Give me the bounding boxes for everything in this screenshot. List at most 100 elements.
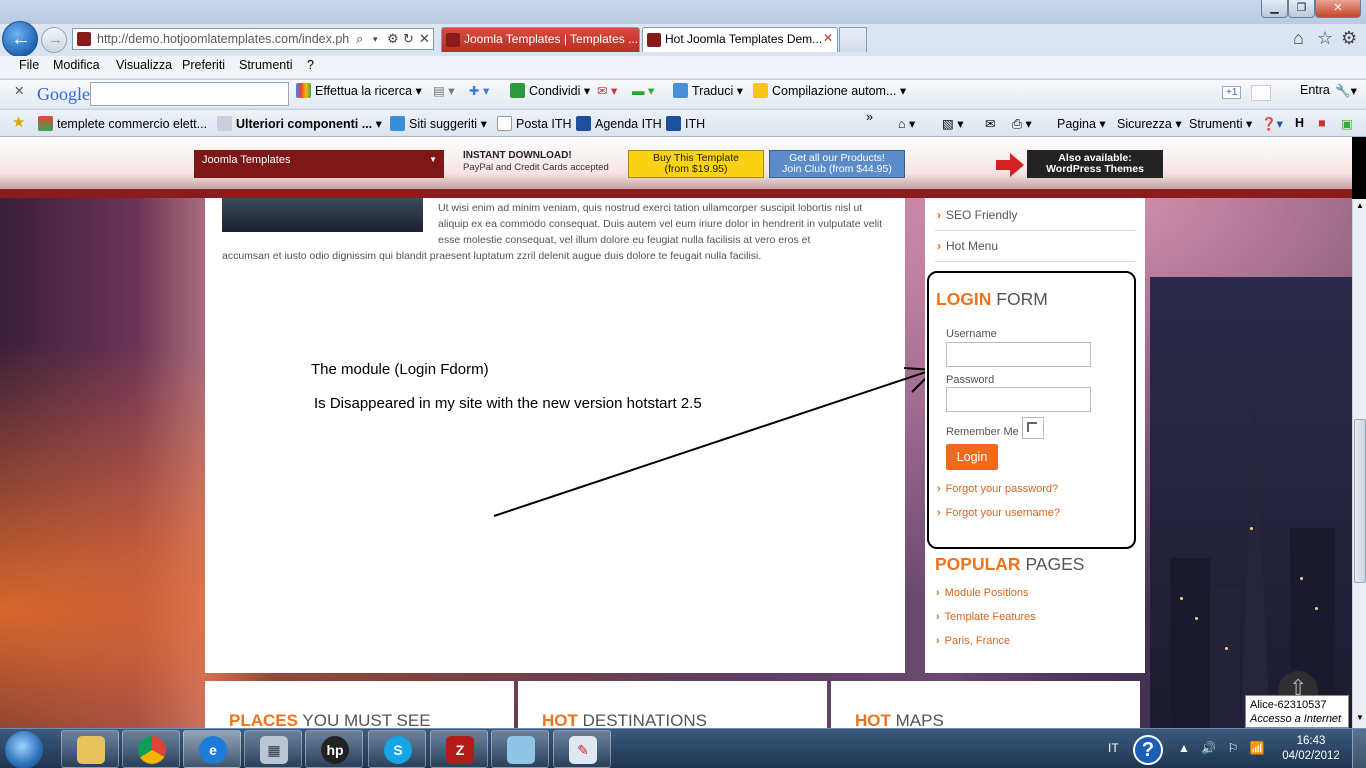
wrench-icon[interactable]: 🔧▾ xyxy=(1335,83,1357,99)
home-cmd-icon[interactable]: ⌂ ▾ xyxy=(898,116,915,131)
wordpress-themes-button[interactable]: Also available: WordPress Themes xyxy=(1027,150,1163,178)
more-favorites-icon[interactable]: » xyxy=(866,110,873,124)
flag-icon[interactable]: ▬ ▾ xyxy=(632,83,654,98)
favorites-star-icon[interactable]: ☆ xyxy=(1317,28,1333,49)
help-icon[interactable]: ❓▾ xyxy=(1261,116,1283,132)
red-arrow-icon xyxy=(996,153,1024,177)
favorite-item[interactable]: templete commercio elett... xyxy=(38,116,207,131)
start-button[interactable] xyxy=(5,731,43,768)
google-search-button[interactable]: Effettua la ricerca ▾ xyxy=(296,83,422,98)
popular-link[interactable]: › Template Features xyxy=(936,611,1036,623)
remember-me-checkbox[interactable] xyxy=(1022,417,1044,439)
popular-link[interactable]: › Module Positions xyxy=(936,587,1028,599)
article-text: accumsan et iusto odio dignissim qui bla… xyxy=(222,250,762,262)
new-tab-button[interactable] xyxy=(839,27,867,52)
menu-pagina[interactable]: Pagina ▾ xyxy=(1057,116,1106,131)
print-icon[interactable]: ⎙ ▾ xyxy=(1012,116,1032,132)
autofill-button[interactable]: Compilazione autom... ▾ xyxy=(753,83,906,98)
module-title: HOT DESTINATIONS xyxy=(542,711,707,728)
taskbar-explorer[interactable] xyxy=(61,730,119,768)
menu-visualizza[interactable]: Visualizza xyxy=(116,58,172,72)
favorite-item[interactable]: Ulteriori componenti ... ▾ xyxy=(217,116,382,131)
close-button[interactable]: ✕ xyxy=(1315,0,1361,18)
scroll-down-icon[interactable]: ▼ xyxy=(1356,713,1364,722)
address-bar[interactable]: http://demo.hotjoomlatemplates.com/index… xyxy=(72,28,434,50)
sidebar-link[interactable]: › SEO Friendly xyxy=(937,208,1017,222)
stop-icon[interactable]: ✕ xyxy=(419,31,430,47)
menu-strumenti-cmd[interactable]: Strumenti ▾ xyxy=(1189,116,1252,131)
compat-icon[interactable]: ⚙ xyxy=(387,31,399,47)
translate-button[interactable]: Traduci ▾ xyxy=(673,83,743,98)
taskbar-hp[interactable]: hp xyxy=(305,730,363,768)
taskbar-internet-explorer[interactable]: e xyxy=(183,730,241,768)
taskbar-filezilla[interactable]: Z xyxy=(430,730,488,768)
help-icon[interactable]: ? xyxy=(1133,735,1163,765)
plusone-button[interactable]: +1 xyxy=(1222,86,1242,99)
extension-icon[interactable]: ■ xyxy=(1318,116,1326,130)
show-desktop-button[interactable] xyxy=(1352,729,1366,768)
calculator-icon: ▦ xyxy=(260,736,288,764)
favorite-item[interactable]: Agenda ITH xyxy=(576,116,662,131)
skype-icon: S xyxy=(384,736,412,764)
forgot-password-link[interactable]: › Forgot your password? xyxy=(937,483,1058,495)
join-club-button[interactable]: Get all our Products! Join Club (from $4… xyxy=(769,150,905,178)
close-toolbar-icon[interactable]: ✕ xyxy=(14,83,24,98)
back-button[interactable]: ← xyxy=(2,21,38,57)
share-button[interactable]: Condividi ▾ xyxy=(510,83,590,98)
tab-joomla-templates[interactable]: Joomla Templates | Templates ... xyxy=(441,27,640,52)
menu-strumenti[interactable]: Strumenti xyxy=(239,58,293,72)
taskbar-skype[interactable]: S xyxy=(368,730,426,768)
favorite-item[interactable]: Siti suggeriti ▾ xyxy=(390,116,487,131)
menu-preferiti[interactable]: Preferiti xyxy=(182,58,225,72)
autofill-icon xyxy=(753,83,768,98)
tools-gear-icon[interactable]: ⚙ xyxy=(1341,28,1357,49)
google-search-input[interactable] xyxy=(90,82,289,106)
favorite-item[interactable]: Posta ITH xyxy=(497,116,572,131)
scroll-thumb[interactable] xyxy=(1354,419,1366,583)
home-icon[interactable]: ⌂ xyxy=(1293,28,1304,49)
minimize-button[interactable]: ▁ xyxy=(1261,0,1288,18)
popup-blocker-icon[interactable]: ✉ ▾ xyxy=(597,83,617,98)
vertical-scrollbar[interactable]: ▲ ▼ xyxy=(1352,199,1366,728)
search-icon[interactable]: ⌕ xyxy=(356,31,363,47)
feeds-icon[interactable]: ▧ ▾ xyxy=(942,116,964,131)
address-url[interactable]: http://demo.hotjoomlatemplates.com/index… xyxy=(97,32,349,46)
popular-link[interactable]: › Paris, France xyxy=(936,635,1010,647)
system-tray-icons[interactable]: ▲ 🔊 ⚐ 📶 xyxy=(1178,741,1269,755)
login-button[interactable]: Login xyxy=(946,444,998,470)
plusone-count xyxy=(1251,85,1271,101)
dropdown-icon[interactable]: ▾ xyxy=(373,34,378,45)
forward-button[interactable]: → xyxy=(41,27,67,53)
plus-icon[interactable]: ✚ ▾ xyxy=(469,83,489,98)
tab-hot-joomla-demo[interactable]: Hot Joomla Templates Dem... ✕ xyxy=(642,27,838,52)
forgot-username-link[interactable]: › Forgot your username? xyxy=(937,507,1060,519)
clock[interactable]: 16:43 04/02/2012 xyxy=(1280,734,1342,764)
buy-template-button[interactable]: Buy This Template (from $19.95) xyxy=(628,150,764,178)
password-input[interactable] xyxy=(946,387,1091,412)
page-icon[interactable]: ▤ ▾ xyxy=(433,83,455,98)
menu-file[interactable]: File xyxy=(19,58,39,72)
maximize-button[interactable]: ❐ xyxy=(1288,0,1315,18)
menu-help[interactable]: ? xyxy=(307,58,314,72)
tab-close-icon[interactable]: ✕ xyxy=(823,31,833,45)
taskbar-paint[interactable]: ✎ xyxy=(553,730,611,768)
taskbar-chrome[interactable] xyxy=(122,730,180,768)
chrome-icon xyxy=(138,736,166,764)
scroll-up-icon[interactable]: ▲ xyxy=(1356,201,1364,210)
menu-modifica[interactable]: Modifica xyxy=(53,58,100,72)
mail-icon[interactable]: ✉ xyxy=(985,116,995,131)
signin-button[interactable]: Entra xyxy=(1300,83,1330,97)
taskbar-notepad[interactable] xyxy=(491,730,549,768)
template-select[interactable]: Joomla Templates ▼ xyxy=(194,150,444,178)
extension-icon[interactable]: H xyxy=(1295,116,1304,130)
menu-sicurezza[interactable]: Sicurezza ▾ xyxy=(1117,116,1182,131)
favorite-item[interactable]: ITH xyxy=(666,116,705,131)
language-indicator[interactable]: IT xyxy=(1108,741,1119,755)
article-text: Ut wisi enim ad minim veniam, quis nostr… xyxy=(438,202,883,246)
refresh-icon[interactable]: ↻ xyxy=(403,31,414,47)
extension-icon[interactable]: ▣ xyxy=(1341,116,1353,131)
taskbar-calculator[interactable]: ▦ xyxy=(244,730,302,768)
add-favorite-icon[interactable]: ★ xyxy=(12,113,25,131)
username-input[interactable] xyxy=(946,342,1091,367)
sidebar-link[interactable]: › Hot Menu xyxy=(937,239,998,253)
